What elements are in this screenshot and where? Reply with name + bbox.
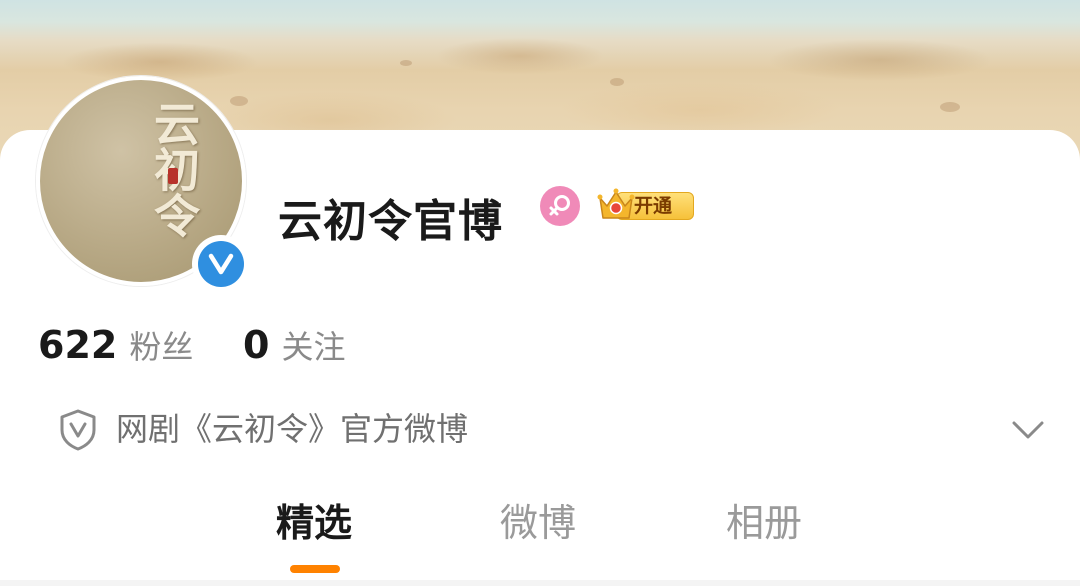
vip-label: 开通 [634, 195, 673, 217]
vip-open-button[interactable]: 开通 [596, 186, 696, 224]
verification-row[interactable]: 网剧《云初令》官方微博 [56, 404, 1046, 454]
profile-page: 云初令 云初令官博 开通 622 粉丝 0 [0, 0, 1080, 586]
shield-v-icon [60, 409, 96, 451]
verified-badge [192, 235, 250, 293]
sand-speck [230, 96, 248, 106]
avatar-seal [168, 168, 178, 184]
sand-speck [400, 60, 412, 66]
profile-name: 云初令官博 [278, 196, 503, 247]
tab-featured[interactable]: 精选 [276, 498, 352, 548]
divider [0, 580, 1080, 586]
female-icon [540, 186, 580, 226]
active-tab-indicator [290, 565, 340, 573]
crown-icon [597, 188, 635, 219]
followers-stat[interactable]: 622 粉丝 [38, 322, 193, 368]
sand-speck [610, 78, 624, 86]
tab-album[interactable]: 相册 [726, 498, 802, 548]
verified-v-icon [198, 241, 244, 287]
tab-weibo[interactable]: 微博 [500, 498, 576, 548]
followers-label: 粉丝 [129, 328, 194, 366]
following-stat[interactable]: 0 关注 [243, 322, 345, 368]
following-count: 0 [243, 323, 270, 367]
chevron-down-icon[interactable] [1010, 412, 1046, 448]
avatar-calligraphy: 云初令 [90, 100, 201, 270]
following-label: 关注 [281, 328, 346, 366]
verification-text: 网剧《云初令》官方微博 [116, 410, 469, 448]
followers-count: 622 [38, 323, 118, 367]
sand-speck [940, 102, 960, 112]
